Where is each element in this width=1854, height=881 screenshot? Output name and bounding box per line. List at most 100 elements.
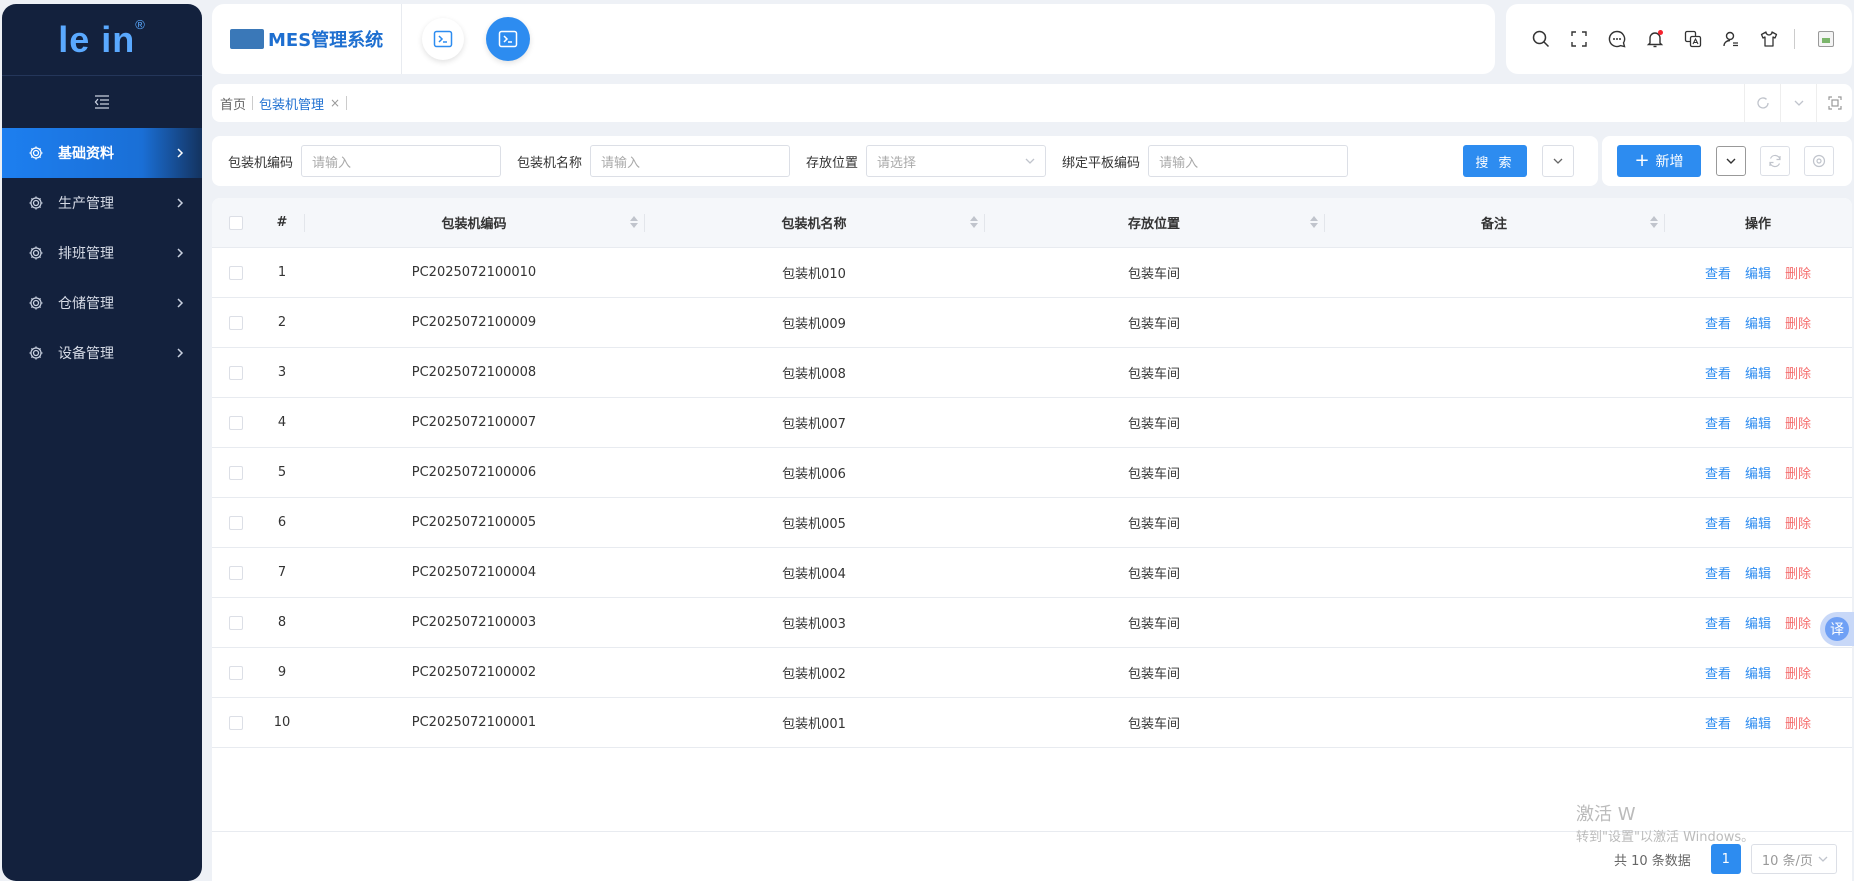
edit-link[interactable]: 编辑 [1745,263,1771,282]
row-checkbox[interactable] [229,665,243,680]
theme-button[interactable] [1750,20,1788,58]
expand-filters-button[interactable] [1542,145,1574,177]
sort-icon[interactable] [970,216,978,228]
delete-link[interactable]: 删除 [1785,663,1811,682]
terminal-button[interactable] [422,18,465,60]
view-link[interactable]: 查看 [1705,613,1731,632]
row-checkbox[interactable] [229,615,243,630]
tablet-input[interactable]: 请输入 [1148,145,1349,177]
select-all-checkbox[interactable] [229,215,243,230]
refresh-tab-button[interactable] [1744,84,1780,122]
translate-button[interactable] [1674,20,1712,58]
sort-icon[interactable] [630,216,638,228]
header-tools [1506,4,1852,74]
notification-dot [1658,30,1663,35]
delete-link[interactable]: 删除 [1785,463,1811,482]
edit-link[interactable]: 编辑 [1745,613,1771,632]
cell-code: PC2025072100008 [411,365,537,380]
collapse-menu-button[interactable] [2,76,202,128]
add-button[interactable]: + 新增 [1617,145,1701,177]
floating-translate-button[interactable]: 译 [1820,612,1854,646]
column-name[interactable]: 包装机名称 [644,198,984,247]
sidebar-item-3[interactable]: 仓储管理 [2,278,202,328]
maximize-button[interactable] [1816,84,1852,122]
gear-icon [28,345,44,361]
image-icon [1818,31,1834,47]
edit-link[interactable]: 编辑 [1745,363,1771,382]
location-select[interactable]: 请选择 [866,145,1047,177]
row-checkbox[interactable] [229,465,243,480]
view-link[interactable]: 查看 [1705,663,1731,682]
row-checkbox[interactable] [229,265,243,280]
refresh-button[interactable] [1760,146,1790,176]
sidebar-item-4[interactable]: 设备管理 [2,328,202,378]
sidebar-item-0[interactable]: 基础资料 [2,128,202,178]
edit-link[interactable]: 编辑 [1745,463,1771,482]
view-link[interactable]: 查看 [1705,513,1731,532]
sidebar-item-label: 基础资料 [58,146,114,162]
sort-icon[interactable] [1650,216,1658,228]
terminal-active-button[interactable] [486,17,531,61]
edit-link[interactable]: 编辑 [1745,563,1771,582]
view-link[interactable]: 查看 [1705,363,1731,382]
column-code[interactable]: 包装机编码 [304,198,644,247]
row-checkbox[interactable] [229,415,243,430]
gear-icon [28,245,44,261]
view-link[interactable]: 查看 [1705,313,1731,332]
column-location-label: 存放位置 [1127,217,1180,232]
search-button[interactable]: 搜 索 [1463,145,1527,177]
location-placeholder: 请选择 [877,155,917,171]
fullscreen-button[interactable] [1560,20,1598,58]
row-checkbox[interactable] [229,365,243,380]
settings-button[interactable] [1804,146,1834,176]
edit-link[interactable]: 编辑 [1745,713,1771,732]
tab-packaging-machine[interactable]: 包装机管理 [259,94,324,113]
sidebar-item-label: 设备管理 [58,346,114,362]
delete-link[interactable]: 删除 [1785,263,1811,282]
delete-link[interactable]: 删除 [1785,413,1811,432]
search-button[interactable] [1522,20,1560,58]
cell-index: 5 [277,465,287,480]
sidebar-item-1[interactable]: 生产管理 [2,178,202,228]
view-link[interactable]: 查看 [1705,263,1731,282]
chevron-right-icon [172,245,188,261]
sort-icon[interactable] [1310,216,1318,228]
view-link[interactable]: 查看 [1705,563,1731,582]
chat-button[interactable] [1598,20,1636,58]
sidebar-item-2[interactable]: 排班管理 [2,228,202,278]
tab-dropdown-button[interactable] [1780,84,1816,122]
page-size-select[interactable]: 10 条/页 [1750,844,1837,874]
delete-link[interactable]: 删除 [1785,313,1811,332]
row-checkbox[interactable] [229,515,243,530]
cell-name: 包装机002 [782,667,846,682]
view-link[interactable]: 查看 [1705,413,1731,432]
view-link[interactable]: 查看 [1705,463,1731,482]
close-tab-icon[interactable]: × [330,96,340,110]
watermark-subtitle: 转到"设置"以激活 Windows。 [1576,830,1755,845]
column-note[interactable]: 备注 [1324,198,1664,247]
dropdown-button[interactable] [1716,146,1746,176]
code-input[interactable]: 请输入 [301,145,502,177]
delete-link[interactable]: 删除 [1785,713,1811,732]
delete-link[interactable]: 删除 [1785,363,1811,382]
notification-button[interactable] [1636,20,1674,58]
view-link[interactable]: 查看 [1705,713,1731,732]
cell-location: 包装车间 [1127,617,1180,632]
edit-link[interactable]: 编辑 [1745,513,1771,532]
edit-link[interactable]: 编辑 [1745,663,1771,682]
page-1-button[interactable]: 1 [1710,844,1741,874]
name-input[interactable]: 请输入 [590,145,791,177]
cell-name: 包装机004 [782,567,846,582]
delete-link[interactable]: 删除 [1785,513,1811,532]
delete-link[interactable]: 删除 [1785,563,1811,582]
delete-link[interactable]: 删除 [1785,613,1811,632]
edit-link[interactable]: 编辑 [1745,313,1771,332]
row-checkbox[interactable] [229,565,243,580]
user-button[interactable] [1712,20,1750,58]
row-checkbox[interactable] [229,315,243,330]
edit-link[interactable]: 编辑 [1745,413,1771,432]
column-location[interactable]: 存放位置 [984,198,1324,247]
avatar[interactable] [1807,20,1845,58]
tab-home[interactable]: 首页 [220,94,246,113]
row-checkbox[interactable] [229,715,243,730]
